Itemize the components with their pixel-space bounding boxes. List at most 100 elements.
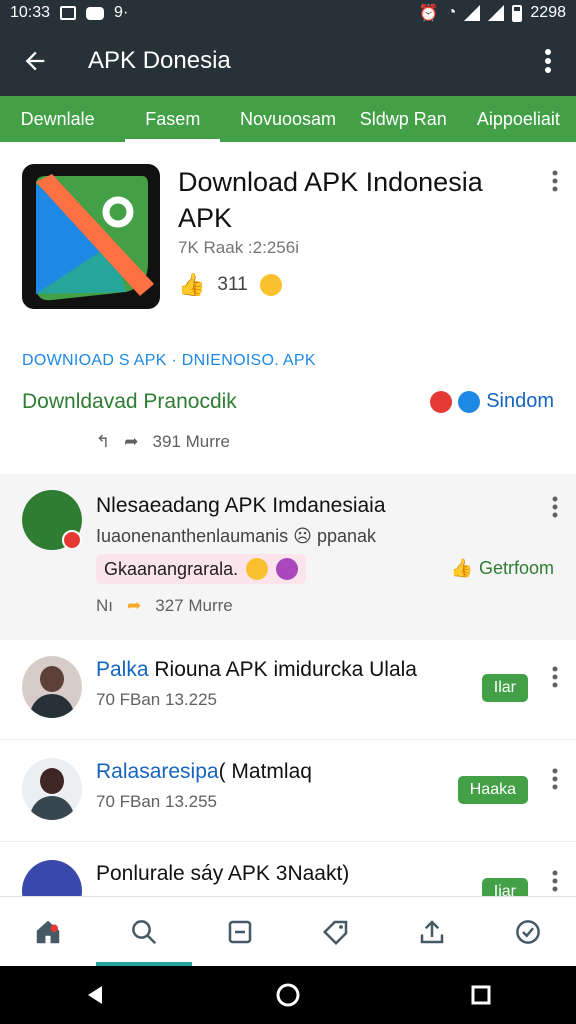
get-from-label: Getrfoom [478,558,554,578]
home-circle-icon[interactable] [275,982,301,1008]
tab-bar: Dewnlale Fasem Novuoosam Sldwp Ran Aippo… [0,96,576,142]
status-time: 10:33 [10,4,51,21]
tag-icon [322,920,348,945]
nav-search[interactable] [96,897,192,966]
featured-item[interactable]: Nlesaeadang APK Imdanesiaia Iuaonenanthe… [0,474,576,640]
app-name: Download APK Indonesia APK [178,167,483,233]
more-vert-icon [552,870,558,892]
featured-more-button[interactable] [552,496,558,525]
list-item-title: Ponlurale sáy APK 3Naakt) [96,862,349,886]
list-item[interactable]: Ralasaresipa( Matmlaq 70 FBan 13.255 Haa… [0,742,576,842]
alarm-icon: ⏰ [418,5,439,22]
share-row: ↰ ➦ 391 Murre [96,432,230,452]
list-item-more-button[interactable] [552,666,558,695]
list-item[interactable]: Ponlurale sáy APK 3Naakt) Iiar [0,844,576,896]
featured-chip[interactable]: Gkaanangrarala. [96,554,307,584]
more-vert-icon [552,496,558,518]
featured-subtitle-text: Iuaonenanthenlaumanis [96,526,289,546]
tab-aippoeliait[interactable]: Aippoeliait [461,96,576,142]
right-label: Sindom [486,390,554,412]
featured-share-prefix: Nı [96,596,113,615]
right-badges[interactable]: Sindom [430,390,554,413]
tab-novuoosam[interactable]: Novuoosam [230,96,345,142]
title-highlight: Ralasaresipa [96,760,219,783]
featured-subtitle: Iuaonenanthenlaumanis ☹ ppanak [96,526,376,547]
title-rest: Riouna APK imidurcka Ulala [148,658,417,681]
angry-emoji-icon [430,390,453,413]
list-item-title: Ralasaresipa( Matmlaq [96,760,312,784]
list-icon [228,920,252,943]
home-icon [36,920,60,943]
share-count: 391 Murre [152,432,230,451]
list-item-button[interactable]: Haaka [457,776,528,804]
nav-list[interactable] [192,897,288,966]
list-item-title: Palka Riouna APK imidurcka Ulala [96,658,417,682]
nav-clock[interactable] [480,897,576,966]
signal2-icon [488,5,505,21]
back-triangle-icon[interactable] [84,984,106,1006]
gallery-icon [60,6,77,20]
recents-square-icon[interactable] [470,984,492,1006]
download-caption[interactable]: DOWNIOAD S APK · DNIENOISO. APK [22,352,316,370]
overflow-menu-button[interactable] [520,26,576,96]
more-vert-icon [545,49,551,73]
list-item-subtitle: 70 FBan 13.255 [96,792,217,811]
arrow-left-icon [25,51,45,71]
title-rest: Ponlurale sáy APK 3Naakt) [96,862,350,885]
avatar [22,758,82,820]
app-meta: 7K Raak :2:256i [178,238,299,257]
list-item-more-button[interactable] [552,870,558,896]
list-item-button[interactable]: Iiar [481,878,528,896]
app-title: APK Donesia [88,47,231,74]
battery-level: 2298 [530,4,566,21]
smile-icon [246,558,269,580]
list-item[interactable]: Palka Riouna APK imidurcka Ulala 70 FBan… [0,640,576,740]
like-icon[interactable]: 👍 [178,272,205,298]
featured-title: Nlesaeadang APK Imdanesiaia [96,494,386,517]
avatar [22,860,82,896]
tab-sldwp[interactable]: Sldwp Ran [346,96,461,142]
nav-upload[interactable] [384,897,480,966]
more-vert-icon [552,768,558,790]
wifi-icon: ◔ [446,4,457,21]
back-button[interactable] [0,26,70,96]
featured-subtitle-suffix: ppanak [316,526,376,546]
likes-count: 311 [217,274,248,295]
calculator-app-icon [22,490,82,550]
title-highlight: Palka [96,658,149,681]
list-item-subtitle: 70 FBan 13.225 [96,690,217,709]
app-header-card: Download APK Indonesia APK 7K Raak :2:25… [0,142,576,472]
header-more-button[interactable] [552,170,558,199]
upload-icon [420,919,444,943]
battery-icon [512,4,523,22]
compass-icon [458,390,481,413]
thumbs-up-icon: 👍 [450,558,473,578]
share-icon[interactable]: ➦ [127,596,141,616]
avatar [22,656,82,718]
bottom-navigation [0,896,576,966]
status-bar: 10:33 9· ⏰ ◔ 2298 [0,0,576,26]
get-from-button[interactable]: 👍 Getrfoom [451,558,554,579]
tab-fasem[interactable]: Fasem [115,96,230,142]
list-item-button[interactable]: Ilar [481,674,528,702]
app-logo-icon[interactable] [22,164,160,309]
search-icon [132,919,157,944]
featured-share-row: Nı ➦ 327 Murre [96,596,233,616]
nav-tag[interactable] [288,897,384,966]
nav-home[interactable] [0,897,96,966]
purple-badge-icon [276,558,299,580]
app-bar: APK Donesia [0,26,576,96]
notification-icon: 9· [114,4,129,21]
tab-download[interactable]: Dewnlale [0,96,115,142]
reply-icon[interactable]: ↰ [96,432,110,452]
smile-icon [259,274,282,296]
app-stats: 👍 311 [178,272,282,298]
more-vert-icon [552,170,558,192]
list-item-more-button[interactable] [552,768,558,797]
download-title[interactable]: Downldavad Pranocdik [22,390,237,414]
share-icon[interactable]: ➦ [124,432,138,452]
neutral-face-icon: ☹ [293,526,317,546]
clock-icon [516,919,540,944]
chip-label: Gkaanangrarala. [104,558,239,579]
system-navigation [0,966,576,1024]
